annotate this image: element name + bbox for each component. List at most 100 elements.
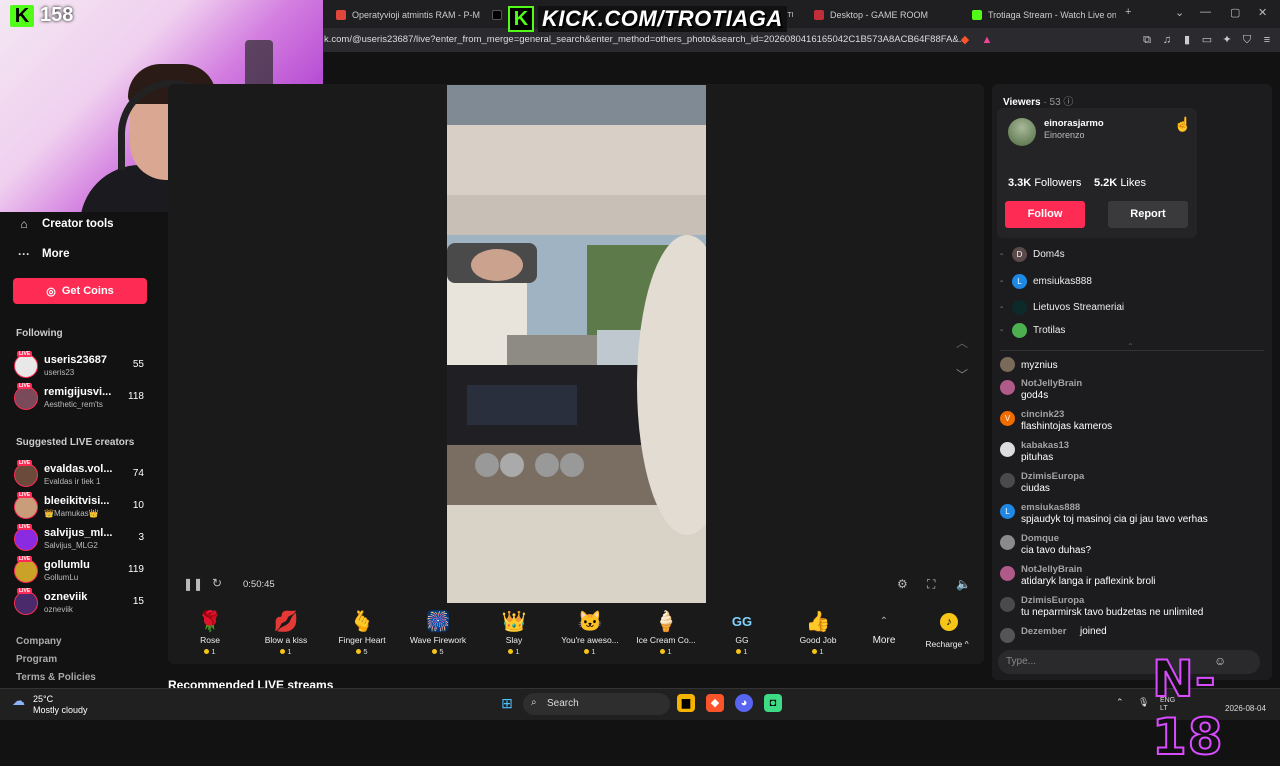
new-tab-button[interactable]: + bbox=[1125, 6, 1131, 18]
chat-avatar bbox=[1000, 628, 1015, 643]
report-button[interactable]: Report bbox=[1108, 201, 1188, 228]
viewer-row[interactable]: - Lemsiukas888 bbox=[1000, 272, 1092, 290]
suggested-item[interactable]: LIVE evaldas.vol... Evaldas ir tiek 1 74 bbox=[14, 460, 148, 489]
rose-icon: 🌹 bbox=[197, 611, 223, 633]
url-text[interactable]: k.com/@useris23687/live?enter_from_merge… bbox=[324, 34, 967, 45]
scroll-up-chevron-icon[interactable]: ︿ bbox=[956, 334, 968, 351]
file-explorer-icon[interactable]: ▆ bbox=[677, 694, 695, 712]
fullscreen-icon[interactable]: ⛶ bbox=[927, 577, 935, 592]
leo-ai-icon[interactable]: ✦ bbox=[1220, 33, 1234, 47]
following-item[interactable]: LIVE remigijusvi... Aesthetic_rem'ts 118 bbox=[14, 383, 148, 412]
browser-tab-desktop[interactable]: Desktop - GAME ROOM bbox=[808, 4, 958, 26]
settings-gear-icon[interactable]: ⚙ bbox=[897, 577, 908, 591]
following-item[interactable]: LIVE useris23687 useris23 55 bbox=[14, 351, 148, 380]
gift-blow-a-kiss[interactable]: 💋 Blow a kiss 1 bbox=[248, 605, 324, 662]
weather-condition[interactable]: Mostly cloudy bbox=[33, 705, 88, 715]
profile-username[interactable]: einorasjarmo bbox=[1044, 118, 1104, 129]
chat-username[interactable]: cincink23 bbox=[1021, 409, 1064, 420]
vpn-shield-icon[interactable]: ⛉ bbox=[1240, 33, 1254, 47]
discord-icon[interactable]: ◕ bbox=[735, 694, 753, 712]
brave-shield-icon[interactable]: ◆ bbox=[958, 33, 972, 47]
more-gifts-button[interactable]: ⌃ More bbox=[846, 605, 922, 662]
menu-icon[interactable]: ≡ bbox=[1260, 33, 1274, 47]
viewer-count: 118 bbox=[128, 391, 144, 402]
microphone-icon[interactable]: 🎙 bbox=[1138, 697, 1149, 708]
chat-username[interactable]: Domque bbox=[1021, 533, 1059, 544]
coin-icon bbox=[432, 649, 438, 654]
footer-link-company[interactable]: Company bbox=[16, 636, 62, 647]
volume-icon[interactable]: 🔈 bbox=[956, 577, 971, 591]
chat-username[interactable]: DzimisEuropa bbox=[1021, 595, 1084, 606]
sidebar-icon[interactable]: ▮ bbox=[1180, 33, 1194, 47]
browser-tab-kick[interactable]: Trotiaga Stream - Watch Live on Kic bbox=[966, 4, 1116, 26]
gift-gg[interactable]: GG GG 1 bbox=[704, 605, 780, 662]
joined-username[interactable]: Dezember bbox=[1021, 626, 1066, 637]
lips-icon: 💋 bbox=[273, 611, 299, 633]
wallet-icon[interactable]: ▭ bbox=[1200, 33, 1214, 47]
gift-rose[interactable]: 🌹 Rose 1 bbox=[172, 605, 248, 662]
info-icon[interactable]: ⓘ bbox=[1063, 97, 1073, 108]
gift-name: Rose bbox=[200, 635, 220, 645]
extensions-icon[interactable]: ⧉ bbox=[1140, 33, 1154, 47]
viewer-row[interactable]: - Trotilas bbox=[1000, 321, 1065, 339]
viewer-row[interactable]: - Lietuvos Streameriai bbox=[1000, 298, 1124, 316]
browser-tab-tiktok[interactable] bbox=[486, 4, 506, 26]
follow-button[interactable]: Follow bbox=[1005, 201, 1085, 228]
taskbar-search[interactable]: Search bbox=[523, 693, 670, 715]
gift-finger-heart[interactable]: 🫰 Finger Heart 5 bbox=[324, 605, 400, 662]
suggested-item[interactable]: LIVE bleeikitvisi... 👑Mamukas👑 10 bbox=[14, 492, 148, 521]
brave-browser-icon[interactable]: ◆ bbox=[706, 694, 724, 712]
refresh-icon[interactable]: ↻ bbox=[212, 576, 222, 590]
chat-username[interactable]: kabakas13 bbox=[1021, 440, 1069, 451]
creator-nickname: ozneviik bbox=[44, 605, 73, 614]
tab-list-chevron-icon[interactable]: ⌄ bbox=[1175, 6, 1184, 19]
chat-username[interactable]: emsiukas888 bbox=[1021, 502, 1080, 513]
viewer-name: Trotilas bbox=[1033, 324, 1066, 336]
creator-name: salvijus_ml... bbox=[44, 527, 113, 539]
gift-wave-firework[interactable]: 🎆 Wave Firework 5 bbox=[400, 605, 476, 662]
gift-good-job[interactable]: 👍 Good Job 1 bbox=[780, 605, 856, 662]
user-avatar[interactable] bbox=[1008, 118, 1036, 146]
pause-icon[interactable]: ❚❚ bbox=[183, 577, 203, 591]
app-icon[interactable]: ◘ bbox=[764, 694, 782, 712]
gift-youre-awesome[interactable]: 🐱 You're aweso... 1 bbox=[552, 605, 628, 662]
weather-cloud-icon: ☁ bbox=[12, 693, 25, 708]
footer-link-terms[interactable]: Terms & Policies bbox=[16, 672, 96, 683]
suggested-item[interactable]: LIVE salvijus_ml... Salvijus_MLG2 3 bbox=[14, 524, 148, 553]
browser-tab-ram[interactable]: Operatyvioji atmintis RAM - P-MAC bbox=[330, 4, 480, 26]
creator-tools-link[interactable]: ⌂ Creator tools bbox=[16, 217, 113, 231]
more-link[interactable]: ··· More bbox=[16, 247, 69, 261]
gift-price: 1 bbox=[248, 647, 324, 656]
viewer-row[interactable]: - D Dom4s bbox=[1000, 245, 1065, 263]
tray-chevron-icon[interactable]: ⌃ bbox=[1116, 697, 1124, 708]
scroll-down-chevron-icon[interactable]: ﹀ bbox=[956, 366, 968, 383]
tiktok-coin-icon: ♪ bbox=[940, 613, 958, 631]
chat-avatar: L bbox=[1000, 504, 1015, 519]
chat-username[interactable]: NotJellyBrain bbox=[1021, 378, 1082, 389]
kick-favicon-icon bbox=[972, 10, 982, 20]
recharge-button[interactable]: Recharge ^ bbox=[912, 639, 982, 659]
minimize-icon[interactable]: — bbox=[1200, 6, 1211, 18]
chat-avatar bbox=[1000, 357, 1015, 372]
windows-start-icon[interactable]: ⊞ bbox=[498, 694, 516, 712]
live-video-frame[interactable] bbox=[447, 85, 706, 603]
media-icon[interactable]: ♫ bbox=[1160, 33, 1174, 47]
weather-temp[interactable]: 25°C bbox=[33, 694, 53, 704]
brave-rewards-icon[interactable]: ▲ bbox=[980, 33, 994, 47]
gift-slay[interactable]: 👑 Slay 1 bbox=[476, 605, 552, 662]
chat-text: pituhas bbox=[1021, 452, 1054, 463]
chat-username[interactable]: DzimisEuropa bbox=[1021, 471, 1084, 482]
gift-ice-cream[interactable]: 🍦 Ice Cream Co... 1 bbox=[628, 605, 704, 662]
close-window-icon[interactable]: ✕ bbox=[1258, 6, 1267, 19]
suggested-item[interactable]: LIVE ozneviik ozneviik 15 bbox=[14, 588, 148, 617]
maximize-icon[interactable]: ▢ bbox=[1230, 6, 1240, 19]
car-interior-scene bbox=[447, 85, 706, 603]
chat-username[interactable]: NotJellyBrain bbox=[1021, 564, 1082, 575]
get-coins-button[interactable]: ◎ Get Coins bbox=[13, 278, 147, 304]
avatar bbox=[14, 527, 38, 551]
suggested-item[interactable]: LIVE gollumlu GollumLu 119 bbox=[14, 556, 148, 585]
more-gifts-label: More bbox=[872, 635, 896, 646]
footer-link-program[interactable]: Program bbox=[16, 654, 57, 665]
tab-title: Operatyvioji atmintis RAM - P-MAC bbox=[352, 10, 480, 20]
creator-nickname: GollumLu bbox=[44, 573, 79, 582]
